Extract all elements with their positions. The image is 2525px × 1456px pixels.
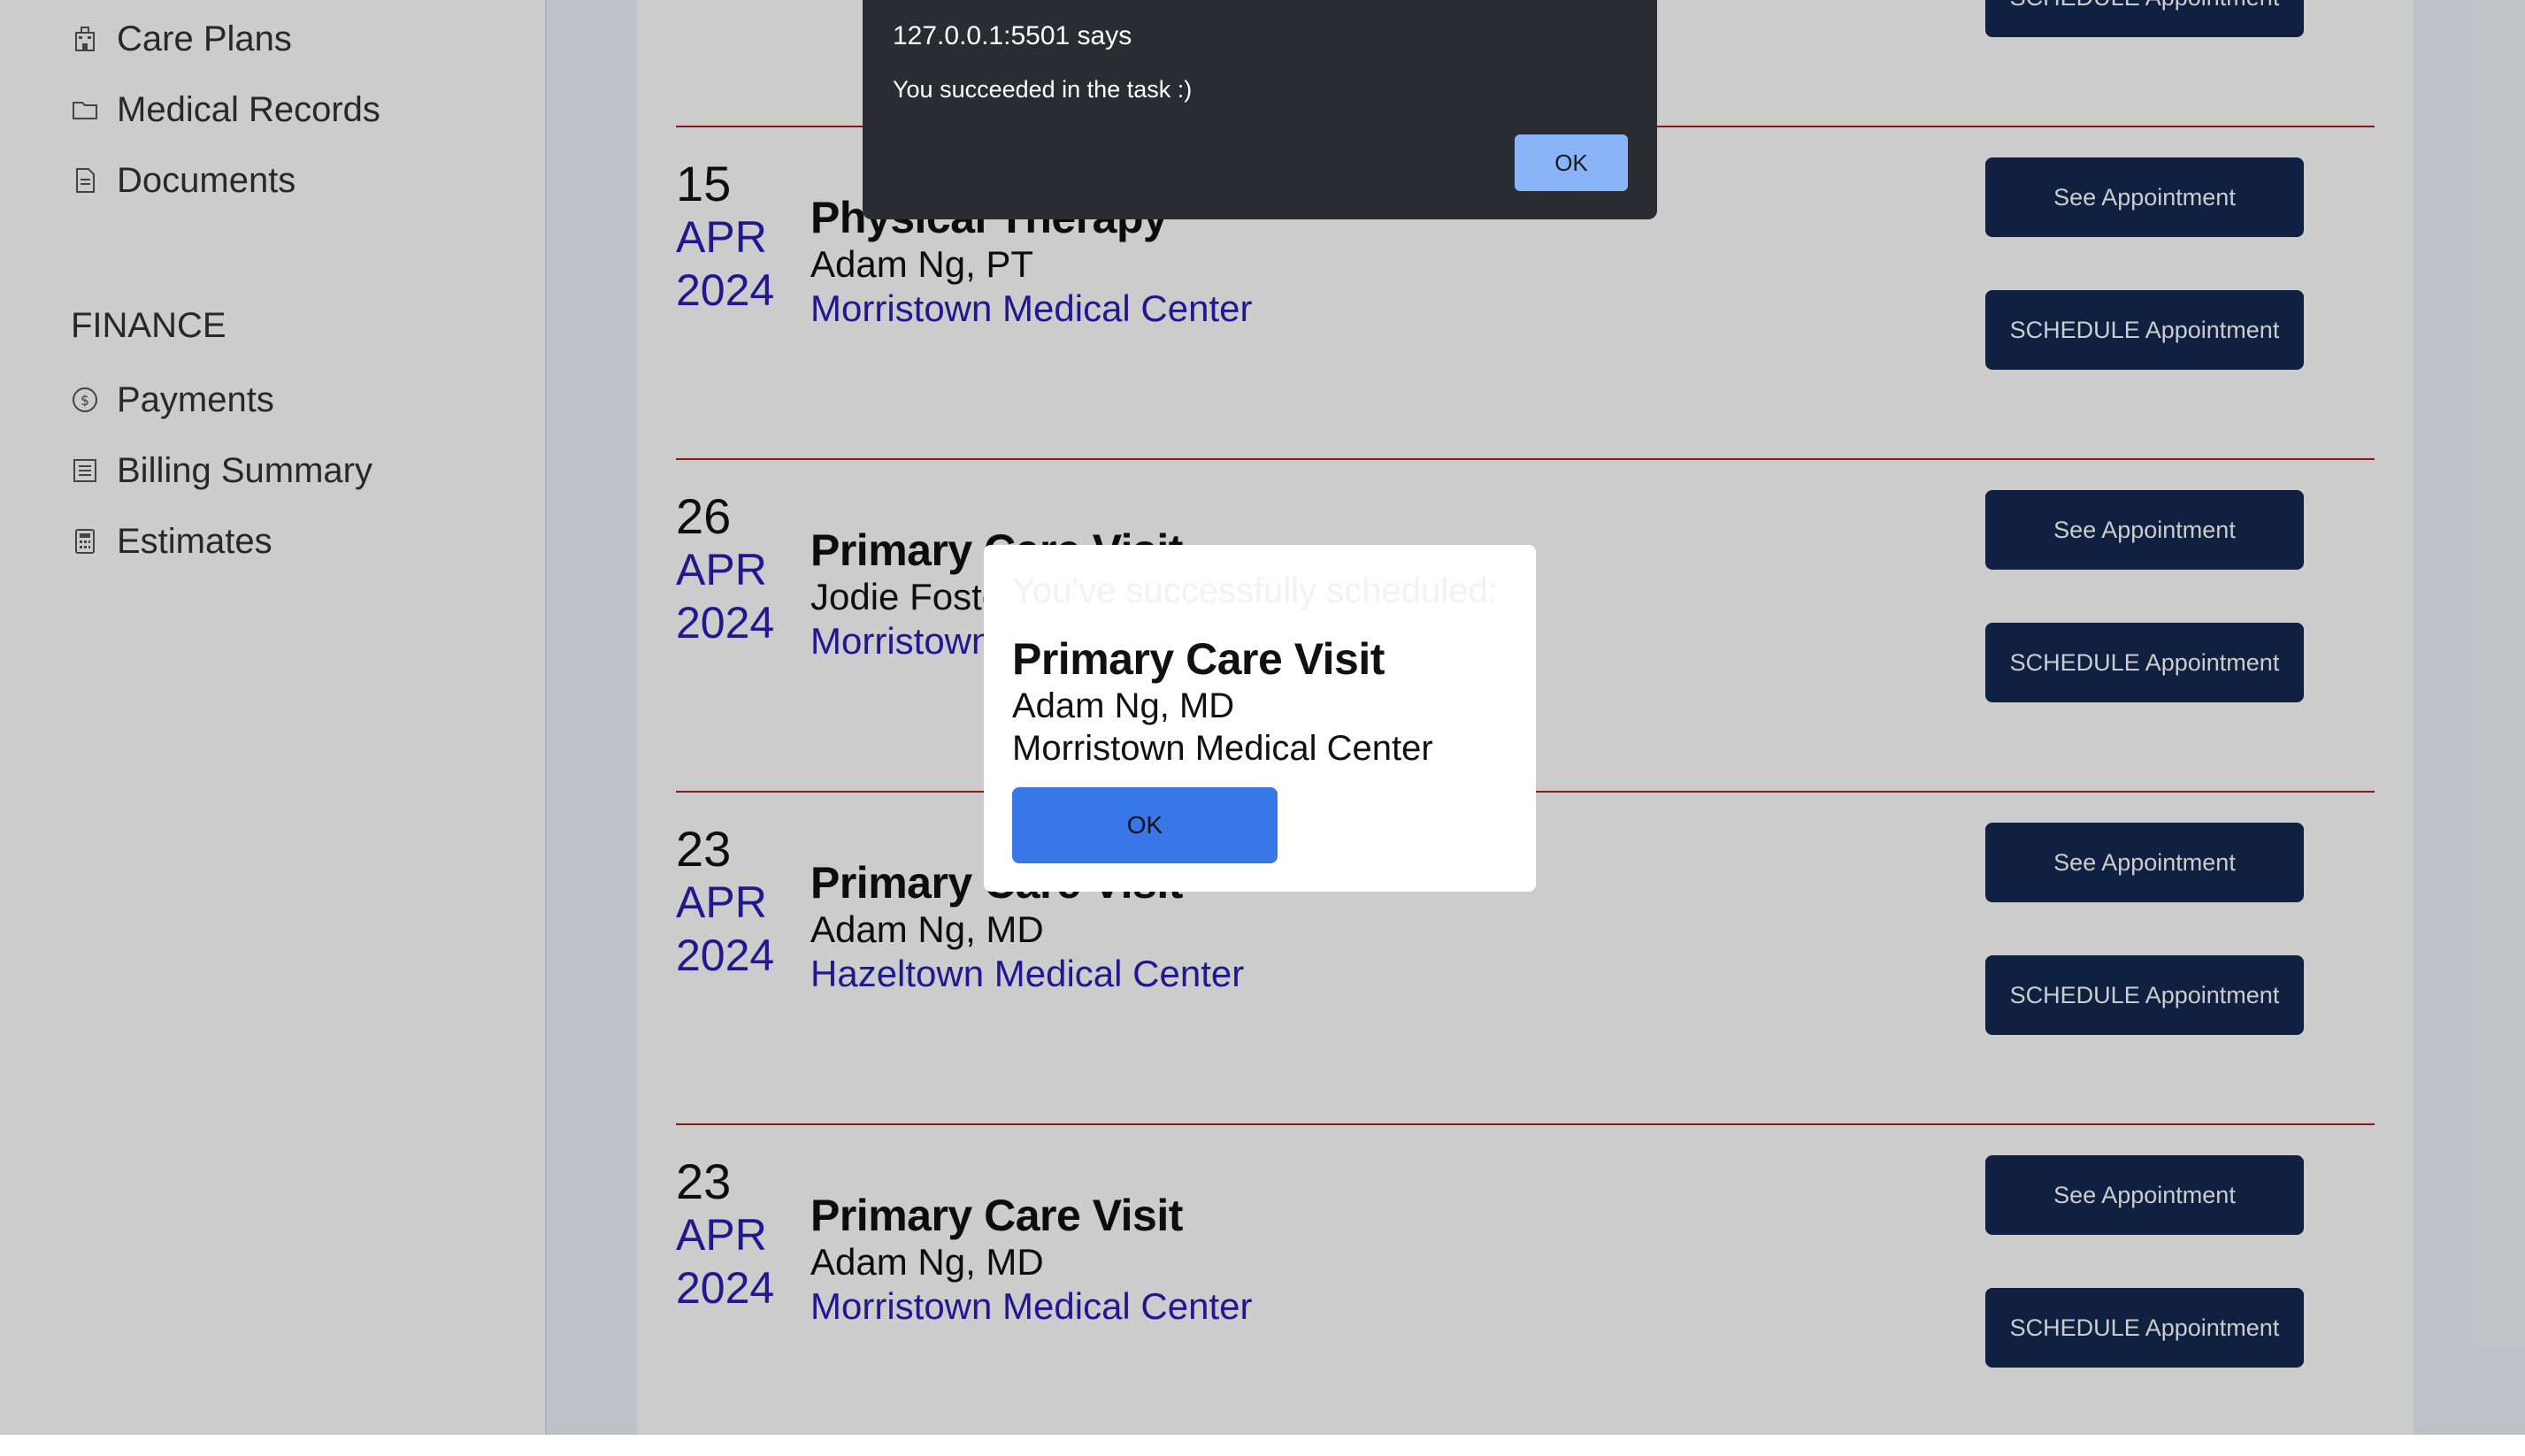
alert-ok-button[interactable]: OK [1515, 134, 1628, 191]
modal-ok-button[interactable]: OK [1012, 787, 1278, 863]
success-modal: You've successfully scheduled: Primary C… [984, 545, 1536, 892]
modal-appointment-location: Morristown Medical Center [1012, 729, 1433, 768]
alert-message: You succeeded in the task :) [893, 76, 1193, 103]
alert-origin: 127.0.0.1:5501 says [893, 21, 1132, 50]
modal-message: You've successfully scheduled: [1012, 571, 1498, 610]
modal-appointment-doctor: Adam Ng, MD [1012, 686, 1235, 725]
modal-appointment-title: Primary Care Visit [1012, 634, 1385, 684]
browser-alert-dialog: 127.0.0.1:5501 says You succeeded in the… [863, 0, 1657, 219]
